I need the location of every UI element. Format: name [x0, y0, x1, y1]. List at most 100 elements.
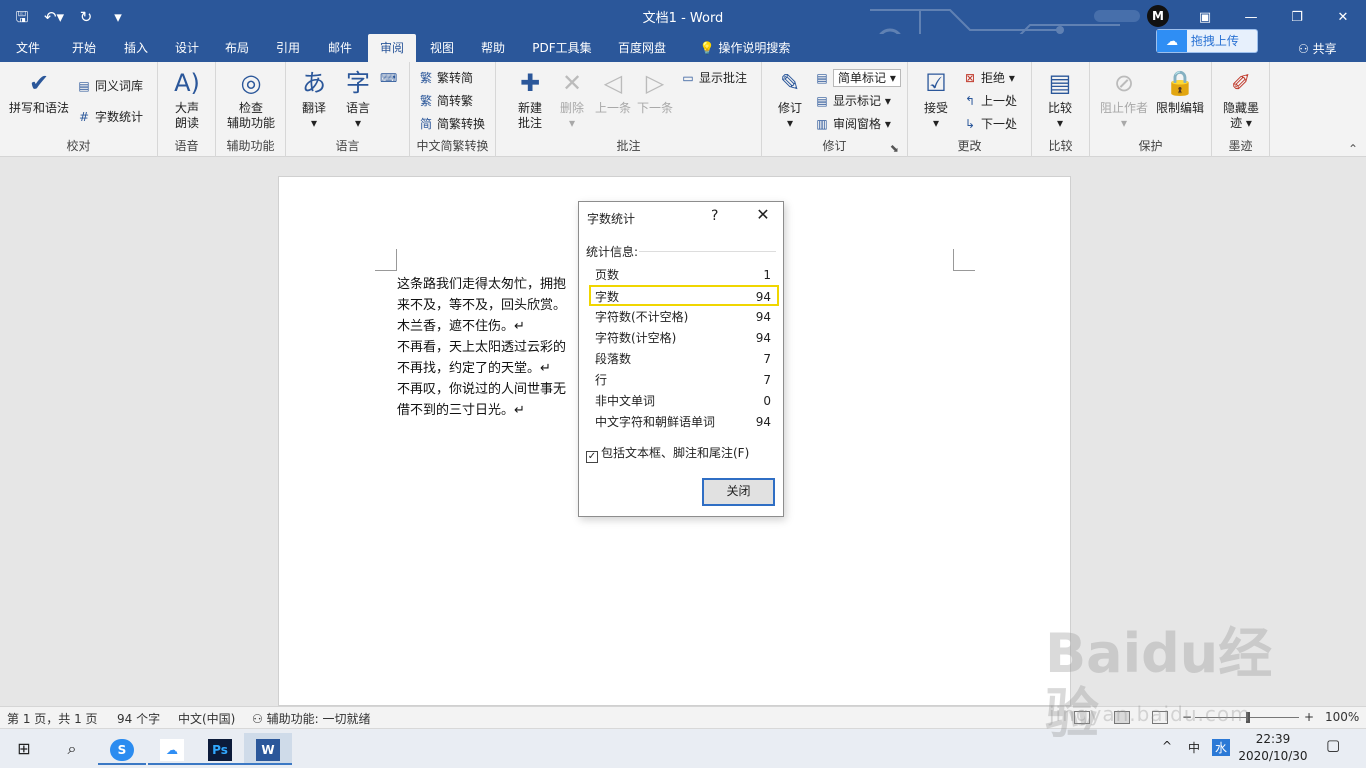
chinese-convert-button[interactable]: 简简繁转换	[418, 114, 485, 134]
block-authors-label: 阻止作者	[1099, 101, 1148, 115]
show-markup-button[interactable]: ▤ 显示标记 ▾	[814, 91, 891, 111]
notification-icon[interactable]: ▢	[1326, 736, 1340, 754]
start-button[interactable]: ⊞	[0, 733, 48, 765]
translate-icon: あ	[302, 69, 326, 97]
checkmark-icon: ✓	[586, 451, 598, 463]
markup-select[interactable]: 简单标记 ▾	[833, 69, 901, 87]
ribbon-display-icon[interactable]: ▣	[1182, 10, 1228, 25]
upload-button[interactable]: ☁ 拖拽上传	[1156, 29, 1258, 53]
word-count-button[interactable]: # 字数统计	[76, 107, 143, 127]
stat-label: 字符数(不计空格)	[595, 310, 689, 324]
share-button[interactable]: ⚇ 共享	[1298, 40, 1337, 57]
stat-row-highlighted: 字数 94	[589, 285, 779, 306]
markup-dropdown[interactable]: ▤ 简单标记 ▾	[814, 68, 901, 88]
dropdown-caret: ▾	[310, 116, 318, 130]
tab-review[interactable]: 审阅	[368, 34, 416, 62]
tab-layout[interactable]: 布局	[216, 34, 258, 62]
delete-comment-button[interactable]: ✕ 删除 ▾	[554, 68, 590, 131]
stat-value: 94	[755, 310, 771, 324]
next-change-label: 下一处	[981, 117, 1018, 131]
search-button[interactable]: ⌕	[48, 733, 96, 765]
show-comments-button[interactable]: ▭ 显示批注	[680, 68, 747, 88]
previous-comment-label: 上一条	[594, 101, 631, 115]
close-button[interactable]: 关闭	[702, 478, 775, 506]
section-divider	[639, 251, 776, 252]
tab-help[interactable]: 帮助	[472, 34, 514, 62]
tab-design[interactable]: 设计	[166, 34, 208, 62]
photoshop-icon: Ps	[208, 738, 232, 761]
hide-ink-label-1: 隐藏墨	[1222, 101, 1259, 115]
next-comment-button[interactable]: ▷ 下一条	[634, 68, 676, 116]
tab-baidu-netdisk[interactable]: 百度网盘	[612, 34, 672, 62]
group-label-ink: 墨迹	[1228, 139, 1253, 153]
taskbar-baidu-netdisk[interactable]: ☁	[148, 733, 196, 765]
tell-me-search[interactable]: 💡 操作说明搜索	[690, 34, 800, 62]
compare-button[interactable]: ▤ 比较 ▾	[1042, 68, 1078, 131]
accessibility-status[interactable]: ⚇ 辅助功能: 一切就绪	[252, 710, 370, 727]
next-change-button[interactable]: ↳ 下一处	[962, 114, 1017, 134]
ime-settings-button[interactable]: ⌨	[380, 68, 399, 88]
stat-row: 非中文单词 0	[589, 391, 779, 412]
tab-view[interactable]: 视图	[420, 34, 464, 62]
page-count[interactable]: 第 1 页，共 1 页	[7, 710, 98, 727]
word-count-label: 字数统计	[95, 110, 144, 124]
close-icon[interactable]: ✕	[753, 205, 773, 224]
read-aloud-button[interactable]: A) 大声 朗读	[166, 68, 208, 131]
block-authors-button[interactable]: ⊘ 阻止作者 ▾	[1096, 68, 1152, 131]
document-body[interactable]: 这条路我们走得太匆忙，拥抱 来不及，等不及，回头欣赏。 木兰香，遮不住伤。↵ 不…	[397, 274, 566, 421]
stat-row: 行7	[589, 370, 779, 391]
accept-button[interactable]: ☑ 接受 ▾	[918, 68, 954, 131]
help-icon[interactable]: ?	[711, 208, 718, 224]
reviewing-pane-button[interactable]: ▥ 审阅窗格 ▾	[814, 114, 891, 134]
taskbar-photoshop[interactable]: Ps	[196, 733, 244, 765]
previous-change-button[interactable]: ↰ 上一处	[962, 91, 1017, 111]
checkbox-label: 包括文本框、脚注和尾注(F)	[601, 446, 750, 460]
taskbar-sogou[interactable]: S	[98, 733, 146, 765]
zoom-in-button[interactable]: +	[1304, 710, 1314, 724]
close-window-icon[interactable]: ✕	[1320, 10, 1366, 25]
tab-home[interactable]: 开始	[62, 34, 106, 62]
hide-ink-button[interactable]: ✐ 隐藏墨 迹 ▾	[1218, 68, 1264, 131]
trad-to-simp-button[interactable]: 繁繁转简	[418, 68, 473, 88]
tab-mailings[interactable]: 邮件	[318, 34, 362, 62]
thesaurus-button[interactable]: ▤ 同义词库	[76, 76, 143, 96]
keyboard-icon: ⌨	[380, 71, 398, 85]
check-accessibility-button[interactable]: ◎ 检查 辅助功能	[222, 68, 280, 131]
compare-label: 比较	[1047, 101, 1072, 115]
previous-comment-button[interactable]: ◁ 上一条	[592, 68, 634, 116]
include-textboxes-checkbox[interactable]: ✓ 包括文本框、脚注和尾注(F)	[586, 444, 749, 463]
tab-insert[interactable]: 插入	[114, 34, 158, 62]
word-count-status[interactable]: 94 个字	[117, 710, 160, 727]
avatar[interactable]: M	[1147, 5, 1169, 27]
tab-pdf-tools[interactable]: PDF工具集	[526, 34, 598, 62]
previous-change-label: 上一处	[981, 94, 1018, 108]
translate-button[interactable]: あ 翻译 ▾	[294, 68, 334, 131]
markup-value: 简单标记	[838, 71, 887, 85]
minimize-icon[interactable]: —	[1228, 10, 1274, 25]
baidu-watermark: Baidu经验 jingyan.baidu.com	[1045, 624, 1295, 744]
markup-icon: ▤	[816, 71, 828, 85]
tracking-dialog-launcher-icon[interactable]: ⬊	[890, 142, 899, 155]
word-icon: W	[256, 738, 280, 761]
track-changes-button[interactable]: ✎ 修订 ▾	[772, 68, 808, 131]
translate-label: 翻译	[301, 101, 326, 115]
restrict-editing-button[interactable]: 🔒 限制编辑	[1152, 68, 1208, 116]
stat-value: 7	[763, 352, 771, 366]
taskbar-word[interactable]: W	[244, 733, 292, 765]
margin-corner-top-right	[953, 249, 975, 271]
language-button[interactable]: 字 语言 ▾	[338, 68, 378, 131]
stat-label: 非中文单词	[595, 394, 656, 408]
reject-button[interactable]: ⊠ 拒绝 ▾	[962, 68, 1015, 88]
simp-to-trad-button[interactable]: 繁简转繁	[418, 91, 473, 111]
spelling-grammar-button[interactable]: ✔ 拼写和语法	[8, 68, 70, 116]
new-comment-button[interactable]: ✚ 新建 批注	[508, 68, 552, 131]
new-comment-label-1: 新建	[517, 101, 542, 115]
thesaurus-icon: ▤	[78, 79, 90, 93]
language-status[interactable]: 中文(中国)	[178, 710, 235, 727]
zoom-level[interactable]: 100%	[1325, 710, 1359, 724]
restore-icon[interactable]: ❐	[1274, 10, 1320, 25]
tab-references[interactable]: 引用	[266, 34, 310, 62]
collapse-ribbon-icon[interactable]: ⌃	[1348, 142, 1358, 156]
tab-file[interactable]: 文件	[8, 34, 48, 62]
check-label-1: 检查	[238, 101, 263, 115]
